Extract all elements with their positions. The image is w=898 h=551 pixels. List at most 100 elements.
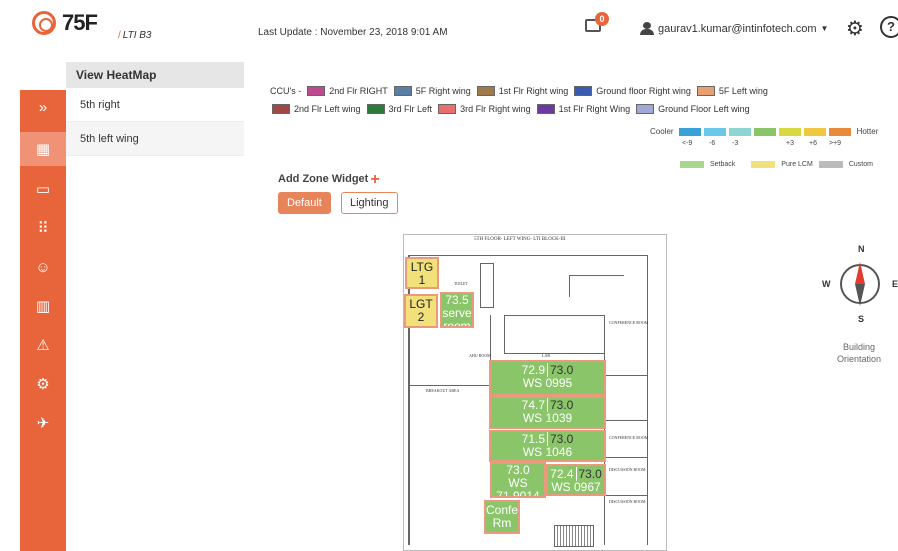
custom-swatch — [818, 161, 843, 168]
wall — [408, 385, 490, 386]
scale-tick: >+9 — [829, 140, 842, 147]
ccu-swatch[interactable] — [272, 104, 290, 114]
legend-swatch — [678, 127, 701, 136]
logo-mark-icon — [32, 11, 56, 35]
scale-tick: -6 — [709, 140, 716, 147]
staircase — [554, 525, 594, 547]
user-email: gaurav1.kumar@intinfotech.com — [658, 22, 817, 35]
brand-logo[interactable]: 75F — [32, 10, 98, 36]
zone-ws-0967[interactable]: 72.4 73.0 WS 0967 — [546, 464, 606, 496]
floor-plan-title: 5TH FLOOR- LEFT WING- LTI BLOCK-III — [474, 237, 566, 242]
user-menu[interactable]: gaurav1.kumar@intinfotech.com ▼ — [640, 22, 828, 35]
hotter-label: Hotter — [856, 127, 879, 136]
ccu-prefix: CCU's - — [270, 86, 302, 96]
ccu-legend: CCU's - 2nd Flr RIGHT 5F Right wing 1st … — [270, 82, 895, 118]
legend-swatch — [753, 127, 776, 136]
legend-swatch — [703, 127, 726, 136]
monitor-icon[interactable]: ▭ — [20, 172, 66, 206]
ccu-swatch[interactable] — [393, 86, 412, 96]
gear-icon[interactable]: ⚙ — [846, 16, 864, 41]
room-label: DISCUSSION ROOM — [609, 467, 646, 472]
heatmap-item-5th-right[interactable]: 5th right — [66, 88, 244, 122]
slash-icon: / — [118, 30, 121, 41]
wall — [604, 420, 647, 421]
heatmap-icon[interactable]: ▦ — [20, 132, 66, 166]
last-update-text: Last Update : November 23, 2018 9:01 AM — [258, 27, 448, 38]
ccu-label: 5F Left wing — [718, 86, 768, 96]
ccu-label: Ground floor Right wing — [596, 86, 691, 96]
bar-chart-icon[interactable]: ▥ — [20, 289, 66, 323]
mode-legend: Setback Pure LCM Custom — [680, 161, 873, 168]
ccu-swatch[interactable] — [696, 86, 715, 96]
ccu-swatch[interactable] — [438, 104, 457, 114]
pure-lcm-swatch — [751, 161, 776, 168]
room-label: CONFERENCE ROOM — [609, 435, 649, 440]
heatmap-panel: View HeatMap 5th right 5th left wing — [66, 62, 244, 156]
scale-tick: <-9 — [682, 140, 693, 147]
ccu-row-1: CCU's - 2nd Flr RIGHT 5F Right wing 1st … — [270, 82, 895, 100]
sidebar: » ▦ ▭ ⠿ ☺ ▥ ⚠ ⚙ ✈ — [20, 90, 66, 551]
ccu-swatch[interactable] — [574, 86, 593, 96]
zone-server-room[interactable]: 73.5 serve room — [440, 292, 474, 328]
room-label: CONFERENCE ROOM — [609, 320, 649, 325]
add-zone-label: Add Zone Widget — [278, 173, 369, 185]
zone-ws-1039[interactable]: 74.7 73.0 WS 1039 — [489, 396, 606, 429]
settings-icon[interactable]: ⚙ — [20, 367, 66, 401]
ccu-label: 3rd Flr Right wing — [460, 104, 531, 114]
default-button[interactable]: Default — [278, 192, 331, 214]
ccu-swatch[interactable] — [636, 104, 655, 114]
lighting-button[interactable]: Lighting — [341, 192, 398, 214]
zone-ws-1014[interactable]: 73.0 WS 71.9014 — [490, 462, 546, 498]
legend-swatch — [728, 127, 751, 136]
scale-tick: -3 — [732, 140, 739, 147]
notification-badge: 0 — [595, 12, 609, 26]
grid-icon[interactable]: ⠿ — [20, 211, 66, 245]
zone-lgt-2[interactable]: LGT 2 — [404, 294, 438, 328]
wall — [504, 315, 505, 353]
ccu-swatch[interactable] — [307, 86, 326, 96]
legend-swatch — [778, 127, 801, 136]
zone-conference-rm[interactable]: Confe Rm — [484, 500, 520, 534]
temperature-legend: Cooler Hotter — [650, 127, 878, 136]
heatmap-item-5th-left-wing[interactable]: 5th left wing — [66, 122, 244, 156]
ccu-label: 1st Flr Right wing — [498, 86, 569, 96]
wall — [569, 275, 624, 276]
user-icon — [640, 22, 654, 35]
panel-title: View HeatMap — [66, 62, 244, 88]
room-label: BREAKOUT AREA — [426, 388, 460, 393]
alert-icon[interactable]: ⚠ — [20, 328, 66, 362]
cooler-label: Cooler — [650, 127, 674, 136]
compass-icon: N W E S — [822, 244, 898, 324]
plus-icon[interactable]: + — [370, 171, 379, 188]
tools-icon[interactable]: ✈ — [20, 406, 66, 440]
ccu-label: Ground Floor Left wing — [658, 104, 750, 114]
room-label: TOILET — [454, 281, 468, 286]
zone-ws-0995[interactable]: 72.9 73.0 WS 0995 — [489, 360, 606, 396]
ccu-label: 2nd Flr Left wing — [294, 104, 361, 114]
ccu-swatch[interactable] — [366, 104, 385, 114]
ccu-label: 5F Right wing — [415, 86, 471, 96]
expand-sidebar-icon[interactable]: » — [20, 90, 66, 124]
custom-label: Custom — [848, 161, 873, 168]
legend-swatch — [828, 127, 851, 136]
ccu-swatch[interactable] — [536, 104, 555, 114]
scale-tick: +3 — [786, 140, 794, 147]
ccu-label: 1st Flr Right Wing — [558, 104, 631, 114]
wall — [504, 315, 604, 316]
site-name[interactable]: / LTI B3 — [118, 30, 152, 41]
wall — [604, 495, 647, 496]
zone-ws-1046[interactable]: 71.5 73.0 WS 1046 — [489, 430, 606, 462]
caret-down-icon: ▼ — [820, 24, 829, 33]
ccu-row-2: 2nd Flr Left wing 3rd Flr Left 3rd Flr R… — [270, 100, 895, 118]
zone-ltg-1[interactable]: LTG 1 — [405, 257, 439, 289]
room-label: DISCUSSION ROOM — [609, 499, 646, 504]
help-icon[interactable]: ? — [880, 16, 898, 38]
wall — [604, 457, 647, 458]
users-icon[interactable]: ☺ — [20, 250, 66, 284]
add-zone-widget[interactable]: Add Zone Widget + — [278, 171, 380, 189]
wall — [569, 275, 570, 297]
ccu-label: 3rd Flr Left — [388, 104, 433, 114]
ccu-swatch[interactable] — [476, 86, 495, 96]
notifications-button[interactable]: 0 — [585, 12, 609, 36]
compass-needle-south — [855, 284, 865, 306]
